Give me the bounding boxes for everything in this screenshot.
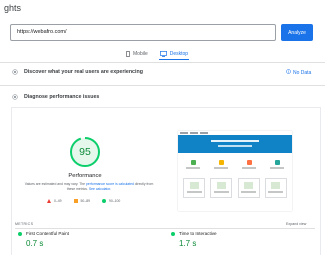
divider — [0, 85, 325, 86]
performance-gauge: 95 — [69, 136, 101, 168]
legend-average: 50–89 — [73, 199, 90, 203]
metric-tti-name: Time to Interactive — [179, 231, 217, 236]
thumbnail-hero — [178, 135, 292, 153]
legend-fail-label: 0–49 — [54, 199, 62, 203]
info-bullet-icon — [12, 94, 18, 100]
square-icon — [73, 199, 78, 203]
thumbnail-cards — [183, 178, 287, 198]
info-icon — [286, 69, 291, 76]
no-data-label: No Data — [293, 69, 312, 76]
performance-score: 95 — [79, 146, 91, 158]
page-title: ghts — [4, 3, 22, 13]
metric-fcp-value: 0.7 s — [26, 239, 44, 248]
no-data-link[interactable]: No Data — [286, 69, 311, 76]
triangle-icon — [47, 199, 51, 203]
tab-mobile-label: Mobile — [133, 51, 148, 57]
divider — [15, 228, 315, 229]
metric-tti-value: 1.7 s — [179, 239, 197, 248]
url-bar[interactable] — [10, 24, 276, 41]
performance-title: Performance — [68, 173, 102, 179]
legend-pass: 90–100 — [101, 199, 121, 203]
metric-fcp: First Contentful Paint 0.7 s — [18, 231, 69, 248]
discover-label: Discover what your real users are experi… — [24, 69, 143, 75]
good-status-icon — [171, 231, 175, 236]
metrics-label: METRICS — [15, 222, 34, 226]
legend-fail: 0–49 — [47, 199, 62, 203]
diagnose-label: Diagnose performance issues — [24, 94, 100, 100]
tab-desktop-label: Desktop — [169, 50, 189, 57]
metric-tti: Time to Interactive 1.7 s — [171, 231, 217, 248]
device-tabs: Mobile Desktop — [125, 48, 190, 62]
divider — [0, 62, 325, 63]
thumbnail-features — [183, 160, 287, 174]
good-status-icon — [18, 231, 22, 236]
desktop-icon — [159, 50, 167, 57]
score-legend: 0–49 50–89 90–100 — [47, 199, 120, 203]
expand-view-button[interactable]: Expand view — [286, 222, 306, 226]
diagnose-section[interactable]: Diagnose performance issues — [12, 94, 99, 100]
legend-pass-label: 90–100 — [108, 199, 121, 203]
tab-desktop[interactable]: Desktop — [158, 48, 190, 60]
score-calculated-link[interactable]: performance score is calculated — [86, 182, 134, 186]
analyze-button[interactable]: Analyze — [281, 24, 313, 41]
url-input[interactable] — [17, 29, 267, 35]
circle-icon — [101, 199, 106, 203]
tab-mobile[interactable]: Mobile — [125, 48, 149, 60]
metric-fcp-name: First Contentful Paint — [26, 231, 69, 236]
legend-average-label: 50–89 — [80, 199, 90, 203]
info-bullet-icon — [12, 69, 18, 75]
note-text: Values are estimated and may vary. The — [24, 182, 86, 186]
page-screenshot-thumbnail — [178, 131, 292, 211]
mobile-icon — [126, 51, 130, 57]
calculator-link[interactable]: See calculator. — [89, 187, 111, 191]
performance-note: Values are estimated and may vary. The p… — [22, 182, 156, 192]
discover-section[interactable]: Discover what your real users are experi… — [12, 69, 143, 75]
